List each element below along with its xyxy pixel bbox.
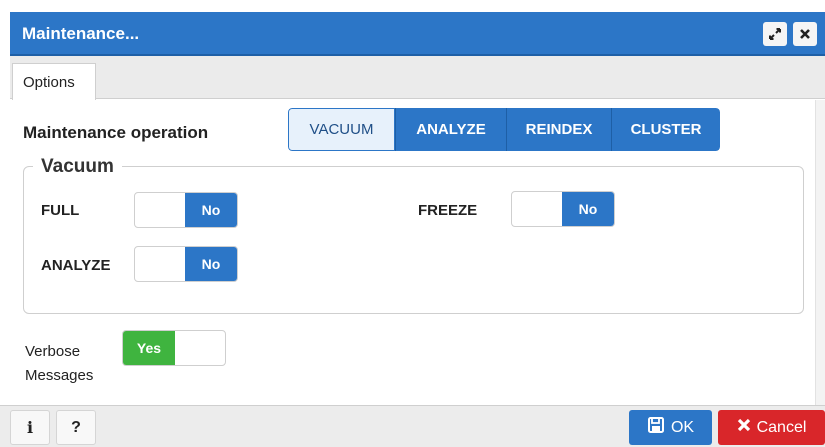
toggle-knob	[512, 192, 562, 226]
operation-cluster-button[interactable]: CLUSTER	[611, 108, 720, 151]
toggle-knob	[175, 331, 225, 365]
operation-reindex-button[interactable]: REINDEX	[506, 108, 611, 151]
cancel-label: Cancel	[756, 418, 807, 436]
scrollbar[interactable]	[815, 100, 825, 405]
save-icon	[647, 416, 665, 439]
dialog-titlebar[interactable]: Maintenance...	[10, 12, 825, 56]
freeze-label: FREEZE	[418, 202, 478, 219]
operation-vacuum-button[interactable]: VACUUM	[288, 108, 395, 151]
full-toggle-state: No	[185, 193, 237, 227]
verbose-messages-label: Verbose Messages	[25, 340, 93, 388]
freeze-toggle[interactable]: No	[511, 191, 615, 227]
vacuum-fieldset	[23, 166, 804, 314]
cancel-button[interactable]: Cancel	[718, 410, 825, 445]
ok-label: OK	[670, 418, 695, 436]
close-icon	[799, 28, 811, 40]
verbose-label-line1: Verbose	[25, 343, 81, 360]
info-button[interactable]: i	[10, 410, 50, 445]
maintenance-operation-label: Maintenance operation	[23, 123, 209, 142]
expand-button[interactable]	[763, 22, 787, 46]
toggle-knob	[135, 193, 185, 227]
full-toggle[interactable]: No	[134, 192, 238, 228]
help-button[interactable]: ?	[56, 410, 96, 445]
maintenance-dialog: Maintenance... Options Maintenance opera…	[0, 0, 825, 447]
close-button[interactable]	[793, 22, 817, 46]
ok-button[interactable]: OK	[629, 410, 712, 445]
analyze-toggle-state: No	[185, 247, 237, 281]
analyze-toggle[interactable]: No	[134, 246, 238, 282]
verbose-messages-toggle[interactable]: Yes	[122, 330, 226, 366]
verbose-toggle-state: Yes	[123, 331, 175, 365]
dialog-title: Maintenance...	[22, 24, 140, 43]
x-icon	[737, 418, 751, 437]
tab-strip: Options	[10, 56, 825, 100]
full-label: FULL	[41, 202, 80, 219]
freeze-toggle-state: No	[562, 192, 614, 226]
toggle-knob	[135, 247, 185, 281]
verbose-label-line2: Messages	[25, 367, 94, 384]
dialog-footer: i ? OK Cancel	[0, 405, 825, 447]
operation-analyze-button[interactable]: ANALYZE	[395, 108, 506, 151]
analyze-label: ANALYZE	[41, 257, 111, 274]
expand-icon	[768, 27, 782, 41]
tab-options[interactable]: Options	[12, 63, 96, 100]
maintenance-operation-selector: VACUUM ANALYZE REINDEX CLUSTER	[288, 108, 720, 151]
vacuum-legend: Vacuum	[33, 156, 122, 178]
